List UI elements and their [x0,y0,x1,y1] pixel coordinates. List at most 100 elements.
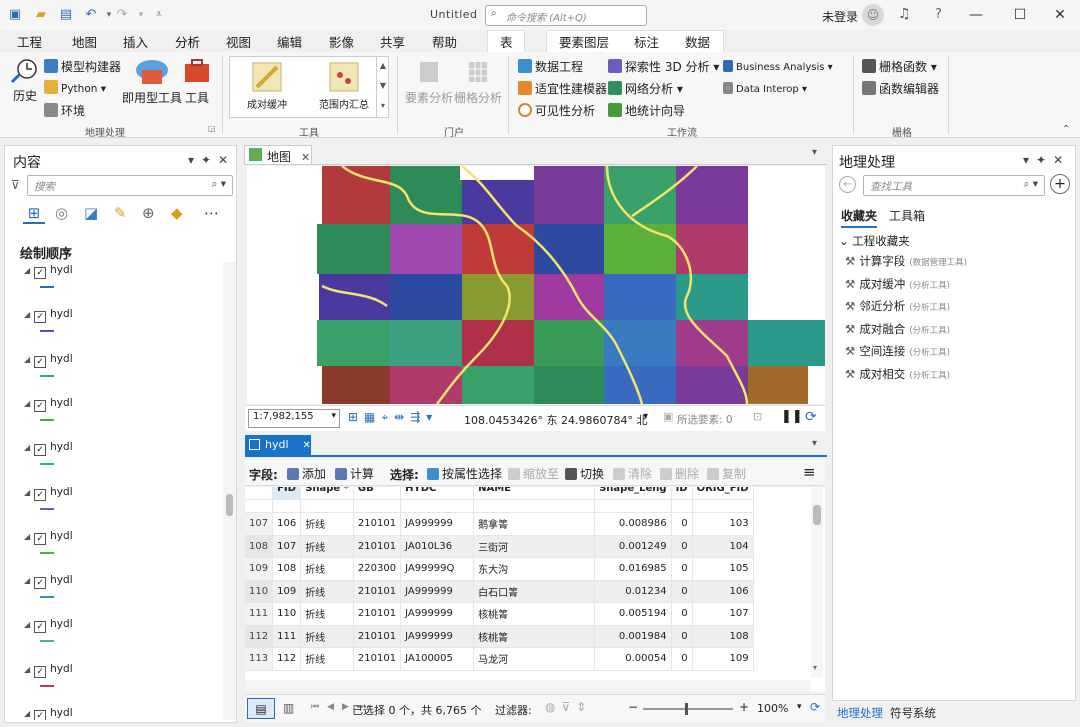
column-header[interactable]: Shape * [300,487,354,500]
layer-item[interactable]: ◢ ✓ hydl [24,486,73,506]
table-cell[interactable]: JA100005 [400,647,475,671]
tab-analysis[interactable]: 分析 [175,32,201,54]
tab-help[interactable]: 帮助 [432,32,457,51]
redo-icon[interactable]: ↷ [113,6,131,24]
table-cell[interactable]: 0.016985 [594,557,672,581]
tab-data[interactable]: 数据 [685,32,710,51]
layer-item[interactable]: ◢ ✓ hydl [24,397,73,417]
table-cell[interactable]: JA999999 [400,580,475,603]
list-by-labeling-icon[interactable]: ◆ [171,204,183,222]
python-button[interactable]: Python ▾ [44,80,106,95]
column-header[interactable]: NAME [473,487,596,500]
table-cell[interactable]: 112 [272,647,302,671]
project-favorites-header[interactable]: ⌄ 工程收藏夹 [839,233,910,249]
table-cell[interactable]: 110 [245,580,274,603]
notification-bell-icon[interactable]: ♫ [898,6,911,22]
close-window-icon[interactable]: ✕ [1046,4,1074,26]
table-cell[interactable]: 111 [272,625,302,648]
favorite-tool-item[interactable]: ⚒ 成对融合 (分析工具) [845,321,950,337]
table-cell[interactable]: 210101 [353,512,402,536]
open-folder-icon[interactable]: ▰ [32,6,50,24]
scroll-thumb[interactable] [226,494,233,516]
gallery-item-pairwise-buffer[interactable]: 成对缓冲 [236,61,298,111]
contents-search-input[interactable]: 搜索 ⌕ ▾ [27,175,233,196]
table-cell[interactable]: 210101 [353,625,402,648]
table-cell[interactable]: 0 [671,557,693,581]
minimize-icon[interactable]: — [962,4,990,26]
select-by-attributes-button[interactable]: 按属性选择 [427,465,502,482]
table-cell[interactable]: 折线 [300,535,354,558]
table-cell[interactable]: 折线 [300,647,354,671]
table-cell[interactable]: 折线 [300,557,354,581]
column-header[interactable]: ID [671,487,693,500]
table-cell[interactable]: 东大沟 [473,557,596,581]
tab-imagery[interactable]: 影像 [329,32,354,51]
table-horizontal-scrollbar[interactable] [245,680,811,692]
show-all-records-icon[interactable]: ▤ [247,698,275,719]
favorite-tool-item[interactable]: ⚒ 成对相交 (分析工具) [845,366,950,382]
table-row[interactable]: 109 108 折线 220300 JA99999Q 东大沟 0.016985 0 105 [245,557,754,581]
tab-edit[interactable]: 编辑 [277,32,302,51]
expand-arrow-icon[interactable]: ◢ [24,488,30,497]
table-cell[interactable]: 112 [245,625,274,648]
list-by-snapping-icon[interactable]: ⊕ [142,204,155,222]
table-cell[interactable]: 106 [692,580,754,603]
table-row[interactable]: 111 110 折线 210101 JA999999 核桃箐 0.005194 0 107 [245,602,754,626]
raster-analysis-button[interactable]: 栅格分析 [454,58,502,106]
data-engineering-button[interactable]: 数据工程 [518,58,583,75]
table-cell[interactable]: 110 [272,602,302,626]
layer-visibility-checkbox[interactable]: ✓ [34,577,47,590]
table-cell[interactable]: 0 [671,602,693,626]
table-cell[interactable]: 0.001249 [594,535,672,558]
line-symbol-swatch[interactable] [40,418,54,421]
tab-labeling[interactable]: 标注 [634,32,659,51]
table-menu-icon[interactable]: ≡ [803,463,816,481]
table-cell[interactable]: 核桃箐 [473,625,596,648]
tab-share[interactable]: 共享 [380,32,405,51]
table-cell[interactable]: 折线 [300,602,354,626]
line-symbol-swatch[interactable] [40,684,54,687]
ready-to-use-tools-button[interactable]: 即用型工具 [122,56,182,106]
line-symbol-swatch[interactable] [40,596,54,599]
table-cell[interactable]: 0.008986 [594,512,672,536]
table-cell[interactable]: 108 [245,535,274,558]
table-row[interactable]: 108 107 折线 210101 JA010L36 三街河 0.001249 0 104 [245,535,754,558]
table-cell[interactable]: JA999999 [400,512,475,536]
close-tab-icon[interactable]: ✕ [303,440,311,451]
map-nav-icons[interactable]: ⊞▦⌖⇹⇶▾ [348,410,438,425]
favorite-tool-item[interactable]: ⚒ 邻近分析 (分析工具) [845,298,950,314]
business-analysis-button[interactable]: Business Analysis ▾ [723,60,833,73]
line-symbol-swatch[interactable] [40,640,54,643]
layer-item[interactable]: ◢ ✓ hydl [24,264,73,284]
table-cell[interactable]: 折线 [300,625,354,648]
layer-item[interactable]: ◢ ✓ hydl [24,308,73,328]
map-view-tab[interactable]: 地图 ✕ [244,145,312,165]
list-by-data-source-icon[interactable]: ◎ [55,204,68,222]
coordinate-format-dropdown-icon[interactable]: ▾ [643,411,648,422]
table-cell[interactable]: 109 [245,557,274,581]
table-cell[interactable]: 108 [272,557,302,581]
favorite-tool-item[interactable]: ⚒ 计算字段 (数据管理工具) [845,253,967,269]
table-cell[interactable]: 0 [671,512,693,536]
table-cell[interactable]: 106 [272,512,302,536]
line-symbol-swatch[interactable] [40,551,54,554]
zoom-in-icon[interactable]: + [739,700,749,714]
layer-visibility-checkbox[interactable]: ✓ [34,311,47,324]
expand-arrow-icon[interactable]: ◢ [24,532,30,541]
column-header[interactable]: FID [272,487,302,500]
tab-symbology[interactable]: 符号系统 [890,705,936,721]
gallery-scroll[interactable]: ▲ ▼ ▾ [376,56,389,118]
tab-feature-layer[interactable]: 要素图层 [559,32,609,51]
table-cell[interactable]: JA999999 [400,625,475,648]
table-cell[interactable]: 210101 [353,535,402,558]
expand-arrow-icon[interactable]: ◢ [24,399,30,408]
gallery-item-summarize-within[interactable]: 范围内汇总 [310,61,378,111]
table-cell[interactable]: 白石口箐 [473,580,596,603]
table-cell[interactable]: 103 [692,512,754,536]
tab-insert[interactable]: 插入 [123,32,148,51]
geostatistical-wizard-button[interactable]: 地统计向导 [608,102,685,119]
environments-button[interactable]: 环境 [44,102,85,119]
delete-button[interactable]: 删除 [660,465,699,482]
layer-visibility-checkbox[interactable]: ✓ [34,532,47,545]
table-row[interactable]: 107 106 折线 210101 JA999999 鹅拿箐 0.008986 0 103 [245,512,754,536]
